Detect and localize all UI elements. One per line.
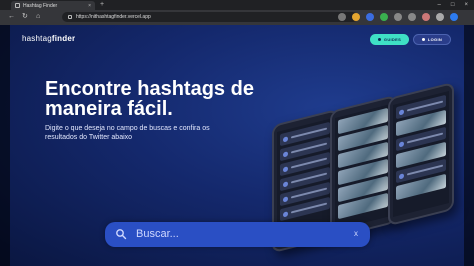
address-url: https://nithashtagfinder.vercel.app bbox=[76, 14, 151, 20]
login-label: LOGIN bbox=[427, 37, 443, 42]
site-logo[interactable]: hashtagfinder bbox=[22, 34, 75, 43]
home-icon[interactable]: ⌂ bbox=[36, 12, 40, 22]
bing-icon[interactable] bbox=[450, 13, 458, 21]
page-content: hashtagfinder GUIDES LOGIN Encontre hash… bbox=[0, 25, 474, 266]
page-favicon-icon bbox=[15, 3, 20, 8]
tab-title: Hashtag Finder bbox=[23, 2, 58, 9]
star-icon[interactable] bbox=[338, 13, 346, 21]
guides-button[interactable]: GUIDES bbox=[370, 34, 409, 45]
maximize-button[interactable]: □ bbox=[451, 1, 455, 9]
logo-text-normal: hashtag bbox=[22, 34, 52, 43]
profile-avatar[interactable] bbox=[422, 13, 430, 21]
close-tab-icon[interactable]: × bbox=[88, 3, 91, 9]
search-icon bbox=[116, 229, 127, 240]
hero-headline: Encontre hashtags de maneira fácil. bbox=[45, 78, 254, 120]
collections-icon[interactable] bbox=[394, 13, 402, 21]
login-button[interactable]: LOGIN bbox=[413, 34, 451, 45]
minimize-button[interactable]: – bbox=[438, 1, 441, 9]
page-right-border bbox=[464, 25, 474, 266]
back-icon[interactable]: ← bbox=[8, 12, 15, 22]
page-left-border bbox=[0, 25, 10, 266]
browser-tab[interactable]: Hashtag Finder × bbox=[11, 1, 95, 10]
guides-icon bbox=[377, 38, 381, 41]
phone-mockup bbox=[388, 81, 454, 227]
phone-screen bbox=[335, 104, 391, 230]
address-bar[interactable]: https://nithashtagfinder.vercel.app bbox=[62, 12, 358, 22]
more-menu-icon[interactable] bbox=[436, 13, 444, 21]
logo-text-bold: finder bbox=[51, 34, 76, 43]
search-bar[interactable]: Buscar... x bbox=[105, 222, 370, 247]
phone-mockup bbox=[330, 94, 396, 240]
refresh-icon[interactable]: ↻ bbox=[22, 12, 28, 22]
guides-label: GUIDES bbox=[383, 37, 402, 42]
lock-icon bbox=[68, 15, 72, 19]
browser-toolbar: ← ↻ ⌂ https://nithashtagfinder.vercel.ap… bbox=[0, 10, 474, 25]
extension-icon[interactable] bbox=[380, 13, 388, 21]
browser-tab-strip: Hashtag Finder × + – □ × bbox=[0, 0, 474, 10]
window-controls: – □ × bbox=[438, 1, 468, 9]
favorites-icon[interactable] bbox=[408, 13, 416, 21]
user-icon bbox=[421, 38, 425, 41]
phone-screen bbox=[393, 91, 449, 217]
close-window-button[interactable]: × bbox=[464, 1, 468, 9]
hero-subtitle: Digite o que deseja no campo de buscas e… bbox=[45, 125, 210, 141]
toolbar-icons bbox=[338, 13, 458, 21]
new-tab-button[interactable]: + bbox=[100, 1, 104, 9]
extension-icon[interactable] bbox=[366, 13, 374, 21]
clear-search-icon[interactable]: x bbox=[354, 228, 358, 240]
search-input[interactable]: Buscar... bbox=[136, 227, 179, 241]
extension-icon[interactable] bbox=[352, 13, 360, 21]
